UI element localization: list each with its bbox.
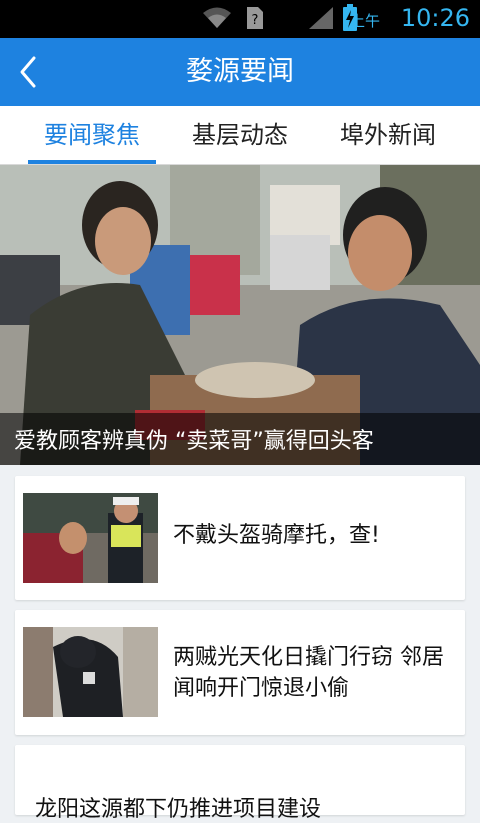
- news-headline: 两贼光天化日撬门行窃 邻居闻响开门惊退小偷: [173, 645, 444, 701]
- news-card[interactable]: 两贼光天化日撬门行窃 邻居闻响开门惊退小偷: [15, 610, 465, 735]
- news-thumbnail: [23, 627, 158, 717]
- clock: 10:26: [400, 4, 470, 32]
- no-sim-icon: ?: [247, 7, 263, 29]
- hero-news-banner[interactable]: 爱教顾客辨真伪 “卖菜哥”赢得回头客: [0, 165, 480, 465]
- news-headline: 不戴头盔骑摩托，查!: [173, 523, 380, 548]
- news-thumbnail: [23, 493, 158, 583]
- news-photo: [23, 627, 158, 717]
- signal-icon: [309, 7, 333, 29]
- news-photo: [23, 493, 158, 583]
- news-card[interactable]: 不戴头盔骑摩托，查!: [15, 476, 465, 600]
- ampm-indicator: 上午: [349, 12, 380, 30]
- tab-local-updates[interactable]: 基层动态: [176, 106, 304, 164]
- tab-bar: 要闻聚焦 基层动态 埠外新闻: [0, 106, 480, 165]
- svg-text:?: ?: [252, 13, 259, 28]
- active-tab-indicator: [28, 160, 156, 164]
- tab-focus-news[interactable]: 要闻聚焦: [28, 106, 156, 164]
- wifi-icon: [203, 7, 231, 28]
- tab-outside-news[interactable]: 埠外新闻: [324, 106, 452, 164]
- status-bar: ? 上午 10:26: [0, 0, 480, 38]
- page-title: 婺源要闻: [186, 56, 294, 87]
- hero-caption: 爱教顾客辨真伪 “卖菜哥”赢得回头客: [14, 429, 374, 454]
- news-headline: 龙阳这源都下仍推进项目建设: [35, 797, 322, 822]
- app-header: 婺源要闻: [0, 38, 480, 106]
- news-card[interactable]: 龙阳这源都下仍推进项目建设: [15, 745, 465, 822]
